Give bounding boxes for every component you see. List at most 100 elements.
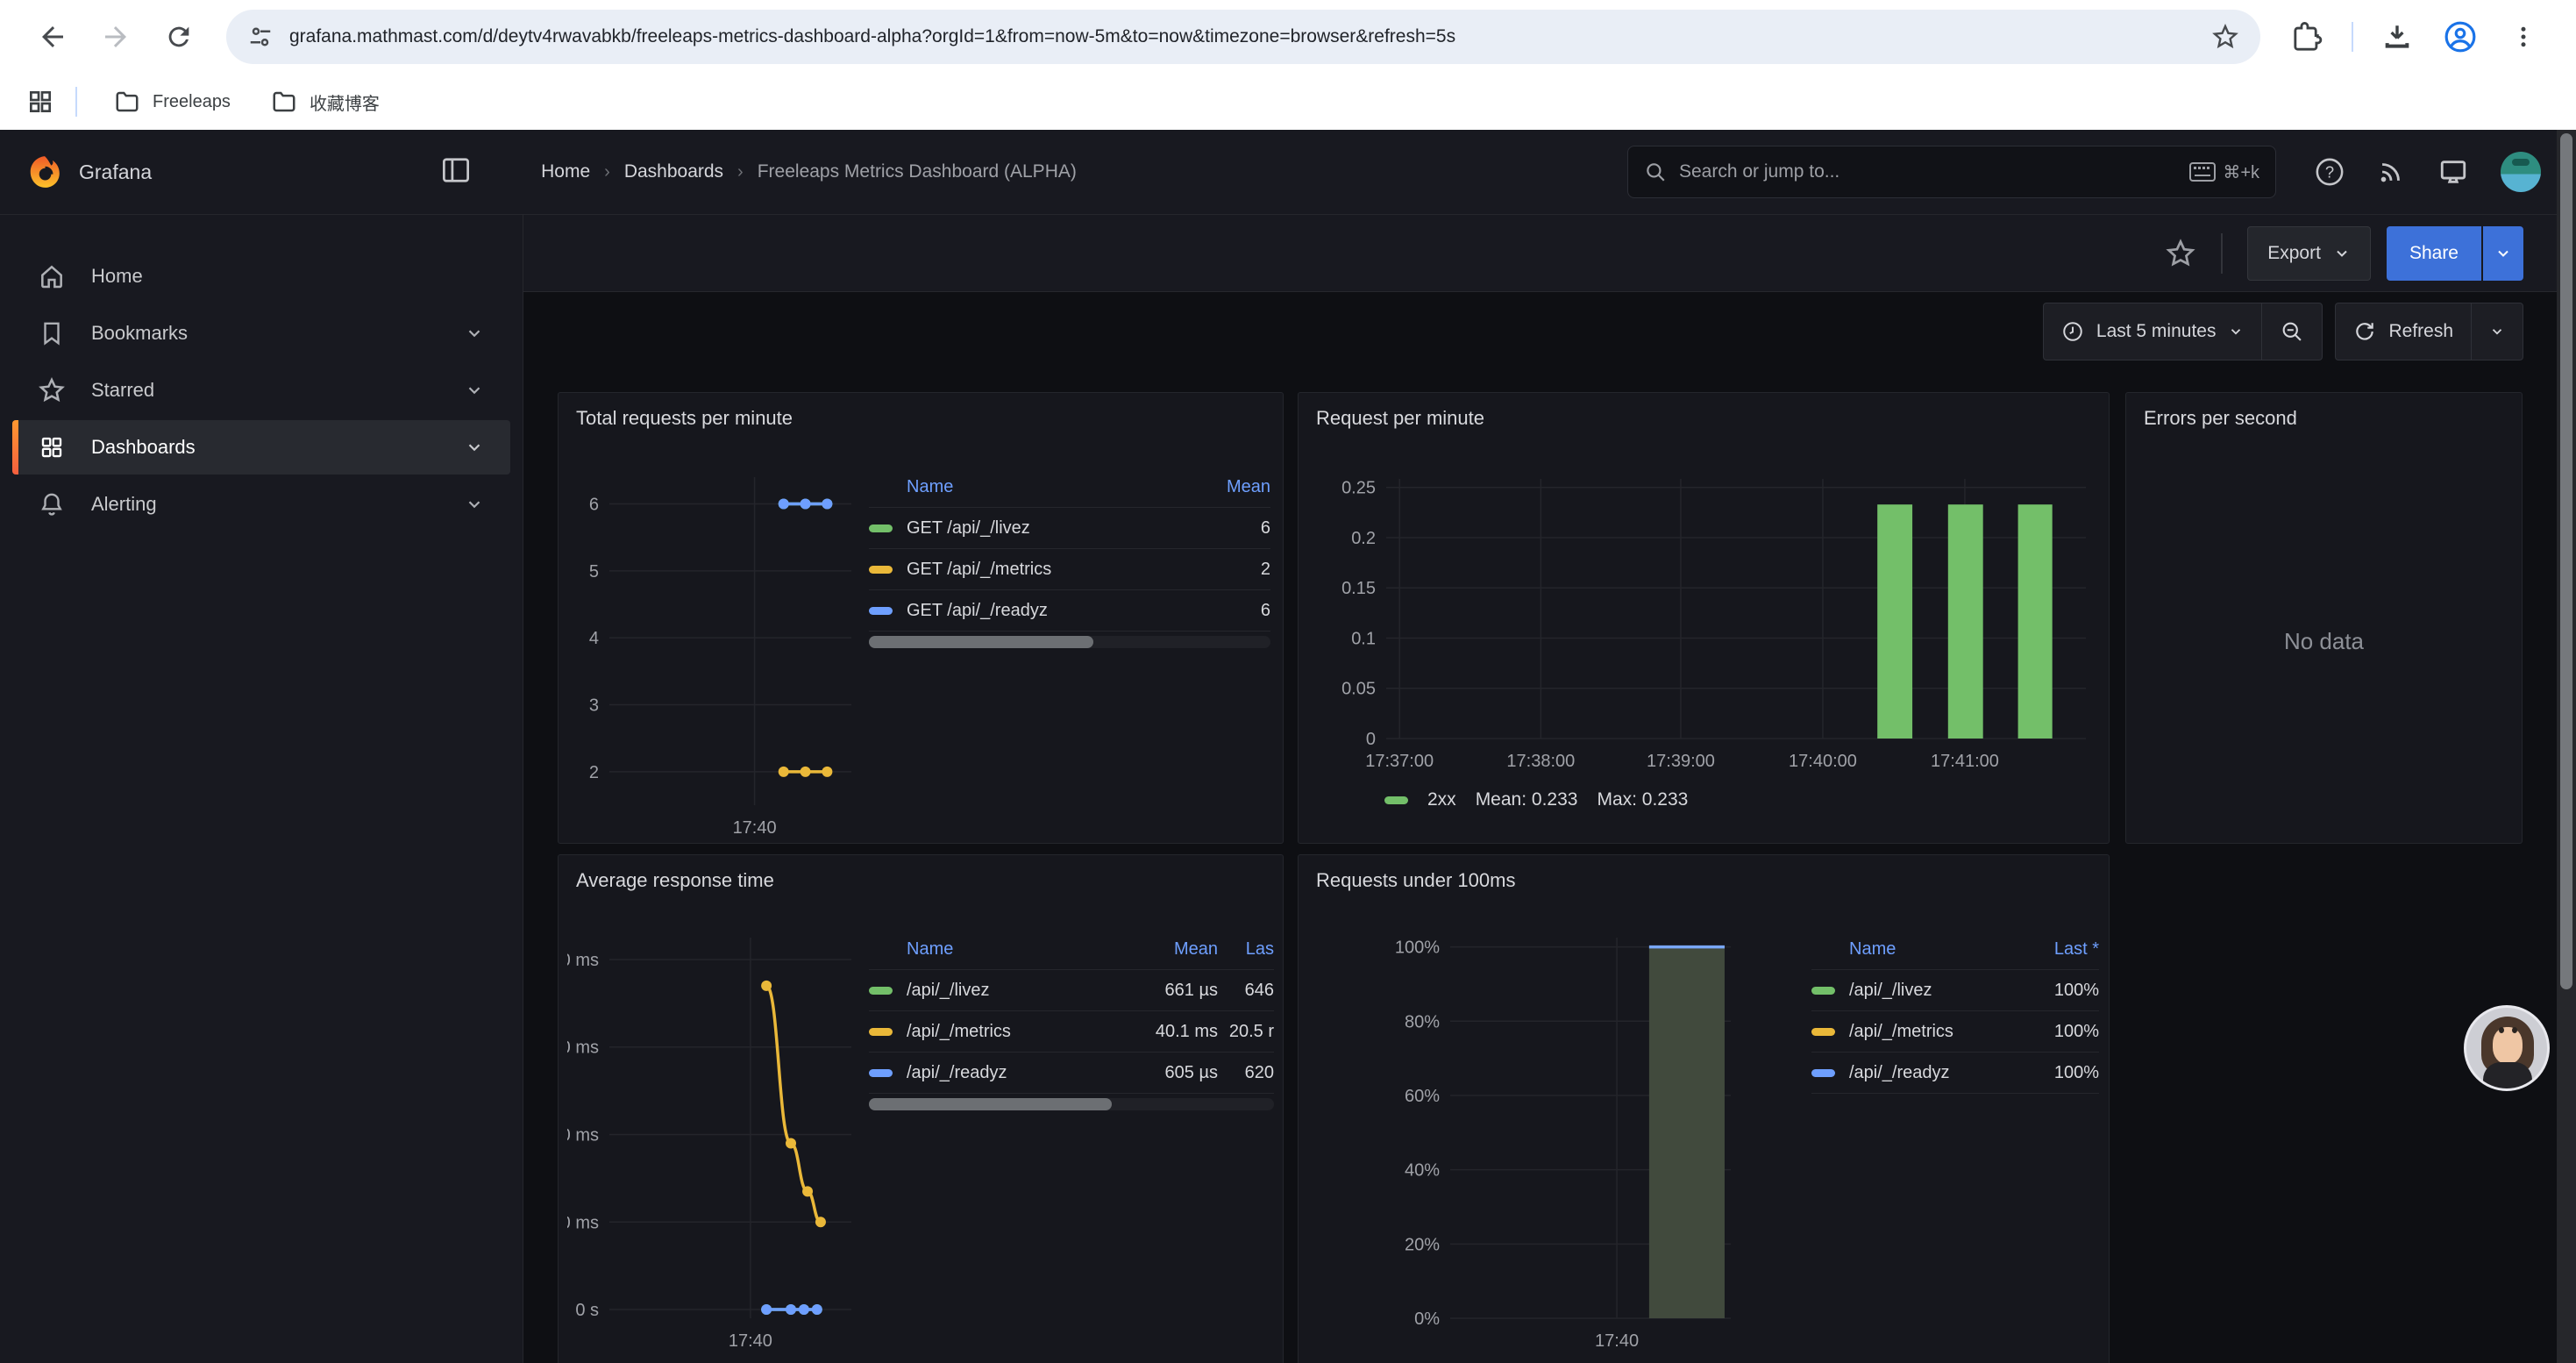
- search-icon: [1644, 161, 1667, 183]
- time-range-picker[interactable]: Last 5 minutes: [2044, 303, 2262, 360]
- downloads-button[interactable]: [2369, 9, 2425, 65]
- reload-button[interactable]: [151, 9, 207, 65]
- breadcrumb-separator: ›: [737, 162, 744, 182]
- scrollbar-thumb[interactable]: [2560, 133, 2572, 989]
- legend-header-name[interactable]: Name: [1849, 939, 1896, 960]
- panel-avg-response-time[interactable]: Average response time 80 ms60 ms40 ms20 …: [558, 854, 1284, 1363]
- panel-title[interactable]: Requests under 100ms: [1316, 869, 1515, 892]
- chevron-down-icon[interactable]: [465, 381, 484, 404]
- zoom-out-button[interactable]: [2262, 303, 2322, 360]
- breadcrumb-home[interactable]: Home: [541, 161, 590, 182]
- profile-button[interactable]: [2432, 9, 2488, 65]
- site-settings-icon[interactable]: [247, 24, 274, 50]
- legend-row[interactable]: /api/_/metrics 40.1 ms 20.5 r: [869, 1011, 1274, 1053]
- request-per-minute-legend[interactable]: 2xx Mean: 0.233 Max: 0.233: [1384, 789, 1688, 810]
- legend-row[interactable]: GET /api/_/livez 6: [869, 508, 1270, 549]
- request-per-minute-chart: 0.250.20.150.10.05017:37:0017:38:0017:39…: [1309, 468, 2096, 777]
- clock-icon: [2061, 320, 2084, 343]
- svg-text:2: 2: [589, 763, 599, 782]
- legend-hscrollbar[interactable]: [869, 1098, 1274, 1110]
- dashboard-controls: Last 5 minutes Refresh: [2043, 303, 2523, 360]
- chevron-down-icon[interactable]: [465, 438, 484, 461]
- search-input[interactable]: Search or jump to... ⌘+k: [1627, 146, 2276, 198]
- svg-text:80%: 80%: [1405, 1012, 1440, 1031]
- panel-requests-under-100ms[interactable]: Requests under 100ms 100%80%60%40%20%0%1…: [1298, 854, 2110, 1363]
- bookmark-star-icon[interactable]: [2211, 23, 2239, 51]
- panel-title[interactable]: Request per minute: [1316, 407, 1484, 430]
- legend-header-last[interactable]: Las: [1218, 939, 1274, 960]
- brand-name: Grafana: [79, 161, 152, 184]
- legend-header-name[interactable]: Name: [907, 477, 953, 497]
- no-data-message: No data: [2126, 628, 2522, 655]
- back-button[interactable]: [25, 9, 81, 65]
- extensions-button[interactable]: [2280, 9, 2336, 65]
- svg-text:40%: 40%: [1405, 1161, 1440, 1181]
- share-menu-button[interactable]: [2483, 226, 2523, 281]
- header-icons: ?: [2315, 152, 2541, 192]
- legend-row[interactable]: /api/_/livez 661 µs 646: [869, 970, 1274, 1011]
- browser-menu-button[interactable]: [2495, 9, 2551, 65]
- panel-errors-per-second[interactable]: Errors per second No data: [2125, 392, 2523, 844]
- breadcrumb-dashboards[interactable]: Dashboards: [624, 161, 723, 182]
- help-icon[interactable]: ?: [2315, 157, 2345, 187]
- legend-row[interactable]: /api/_/readyz 605 µs 620: [869, 1053, 1274, 1094]
- bookmarks-divider: [75, 87, 77, 117]
- svg-text:60 ms: 60 ms: [567, 1038, 599, 1058]
- legend-hscrollbar[interactable]: [869, 636, 1270, 648]
- legend-header-name[interactable]: Name: [907, 939, 953, 960]
- svg-text:17:40: 17:40: [1595, 1331, 1639, 1351]
- panel-title[interactable]: Average response time: [576, 869, 774, 892]
- apps-grid-icon[interactable]: [26, 88, 54, 116]
- panel-request-per-minute[interactable]: Request per minute 0.250.20.150.10.05017…: [1298, 392, 2110, 844]
- legend-row[interactable]: /api/_/metrics 100%: [1811, 1011, 2099, 1053]
- grafana-app: Grafana Home › Dashboards › Freeleaps Me…: [0, 130, 2576, 1363]
- extensions-puzzle-icon: [2293, 22, 2323, 52]
- sidebar-item-bookmarks[interactable]: Bookmarks: [12, 306, 510, 360]
- active-accent: [12, 420, 18, 475]
- favorite-star-icon[interactable]: [2165, 238, 2196, 269]
- under-100ms-chart: 100%80%60%40%20%0%17:40: [1382, 931, 1759, 1362]
- bookmark-folder-freeleaps[interactable]: Freeleaps: [98, 81, 246, 123]
- refresh-button[interactable]: Refresh: [2336, 303, 2471, 360]
- user-avatar[interactable]: [2501, 152, 2541, 192]
- sidebar-item-label: Alerting: [91, 493, 157, 516]
- svg-text:17:39:00: 17:39:00: [1647, 752, 1715, 771]
- svg-text:60%: 60%: [1405, 1087, 1440, 1106]
- zoom-out-icon: [2280, 319, 2304, 344]
- share-button[interactable]: Share: [2387, 226, 2481, 281]
- panel-total-requests[interactable]: Total requests per minute 6543217:40 Nam…: [558, 392, 1284, 844]
- sidebar-item-dashboards[interactable]: Dashboards: [12, 420, 510, 475]
- chevron-down-icon[interactable]: [465, 495, 484, 518]
- page-scrollbar[interactable]: [2557, 130, 2576, 1363]
- legend-row[interactable]: /api/_/livez 100%: [1811, 970, 2099, 1011]
- legend-header-last[interactable]: Last *: [2018, 939, 2099, 960]
- legend-row[interactable]: GET /api/_/metrics 2: [869, 549, 1270, 590]
- grafana-logo: [26, 153, 63, 190]
- export-button[interactable]: Export: [2247, 226, 2371, 281]
- legend-row[interactable]: /api/_/readyz 100%: [1811, 1053, 2099, 1094]
- assistant-avatar[interactable]: [2464, 1005, 2550, 1091]
- legend-series-name[interactable]: 2xx: [1427, 789, 1456, 810]
- url-text[interactable]: grafana.mathmast.com/d/deytv4rwavabkb/fr…: [289, 26, 2195, 47]
- svg-text:0.2: 0.2: [1351, 529, 1376, 548]
- sidebar-item-home[interactable]: Home: [12, 249, 510, 303]
- chevron-down-icon[interactable]: [465, 324, 484, 347]
- panel-title[interactable]: Total requests per minute: [576, 407, 793, 430]
- legend-header-mean[interactable]: Mean: [1121, 939, 1218, 960]
- refresh-interval-button[interactable]: [2472, 303, 2523, 360]
- monitor-icon[interactable]: [2437, 157, 2469, 187]
- grafana-brand[interactable]: Grafana: [26, 153, 152, 190]
- breadcrumb-current: Freeleaps Metrics Dashboard (ALPHA): [758, 161, 1077, 182]
- sidebar-item-alerting[interactable]: Alerting: [12, 477, 510, 532]
- forward-button[interactable]: [88, 9, 144, 65]
- svg-text:17:38:00: 17:38:00: [1506, 752, 1575, 771]
- bookmark-folder-blogs[interactable]: 收藏博客: [255, 81, 395, 123]
- news-rss-icon[interactable]: [2376, 157, 2406, 187]
- legend-row[interactable]: GET /api/_/readyz 6: [869, 590, 1270, 632]
- legend-header-mean[interactable]: Mean: [1209, 477, 1270, 497]
- svg-text:17:40: 17:40: [729, 1331, 772, 1351]
- mega-menu-toggle[interactable]: [441, 157, 471, 188]
- url-bar[interactable]: grafana.mathmast.com/d/deytv4rwavabkb/fr…: [226, 10, 2260, 64]
- sidebar-item-starred[interactable]: Starred: [12, 363, 510, 417]
- panel-title[interactable]: Errors per second: [2144, 407, 2297, 430]
